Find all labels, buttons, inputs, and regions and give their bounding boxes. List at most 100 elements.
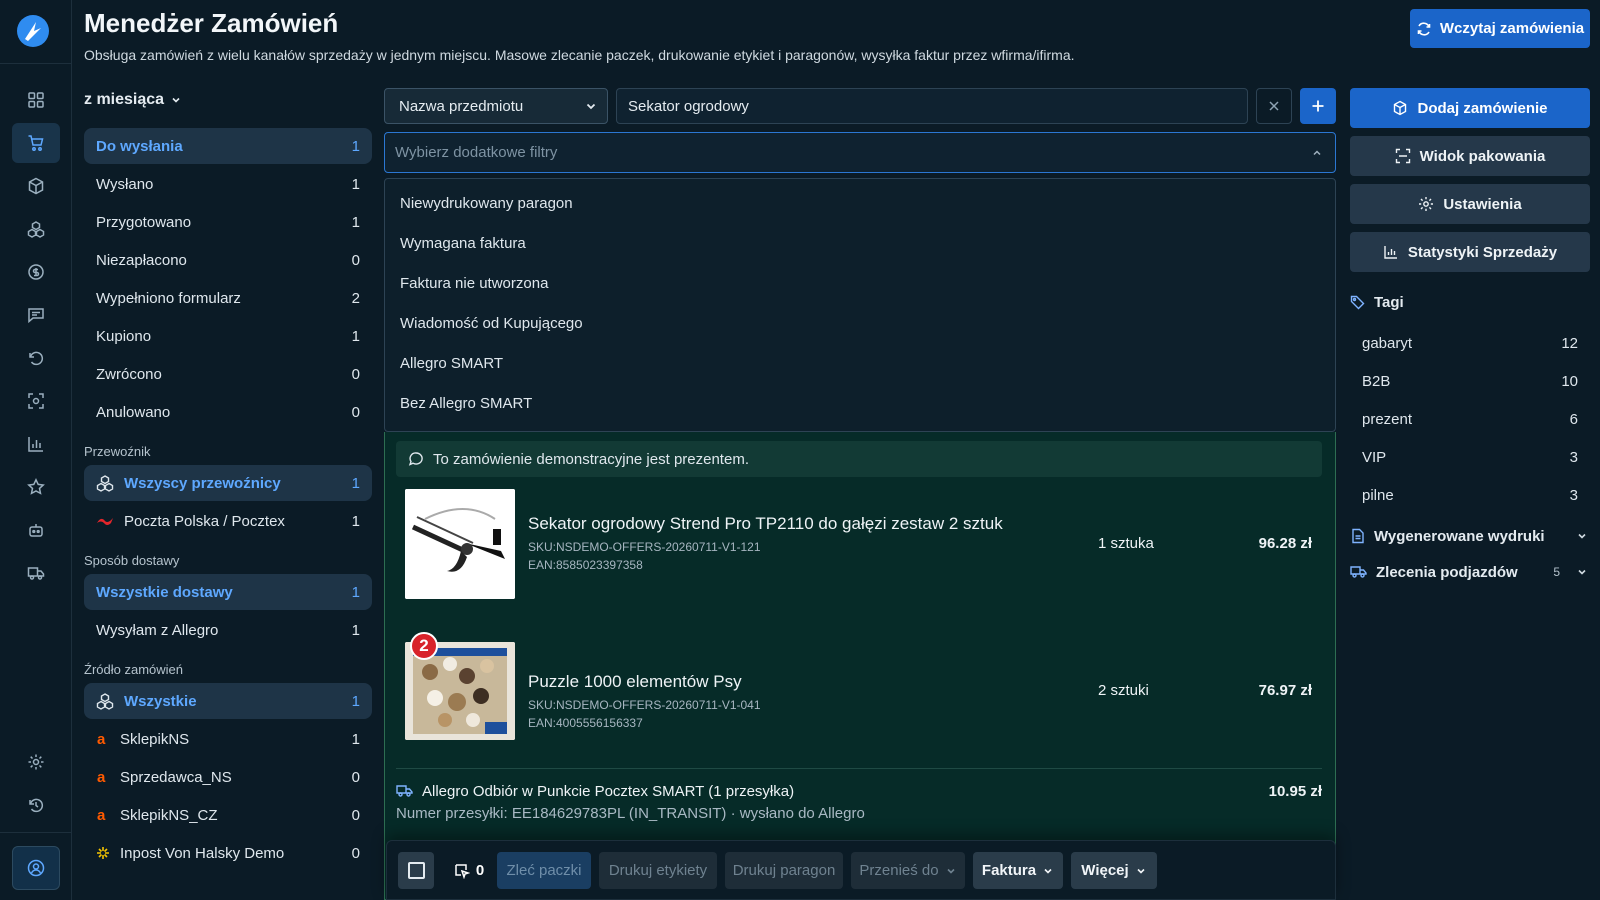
filter-field-select[interactable]: Nazwa przedmiotu	[384, 88, 608, 124]
filter-option[interactable]: Niewydrukowany paragon	[385, 183, 1335, 223]
status-count: 0	[351, 251, 360, 269]
filter-option[interactable]: Wymagana faktura	[385, 223, 1335, 263]
source-label: Sprzedawca_NS	[120, 768, 232, 786]
filter-option[interactable]: Allegro SMART	[385, 343, 1335, 383]
product-name[interactable]: Sekator ogrodowy Strend Pro TP2110 do ga…	[528, 514, 1003, 534]
status-item-anulowano[interactable]: Anulowano 0	[84, 394, 372, 430]
generated-printouts-accordion[interactable]: Wygenerowane wydruki	[1350, 518, 1590, 554]
shipping-method: Allegro Odbiór w Punkcie Pocztex SMART (…	[422, 782, 795, 800]
tag-icon	[1350, 295, 1365, 310]
message-icon[interactable]	[12, 295, 60, 335]
chevron-down-icon	[1044, 868, 1052, 874]
source-item-sprzedawca-ns[interactable]: a Sprzedawca_NS 0	[84, 759, 372, 795]
product-price: 96.28 zł	[1258, 535, 1312, 552]
product-image[interactable]	[405, 489, 515, 599]
filter-option[interactable]: Wiadomość od Kupującego	[385, 303, 1335, 343]
status-item-zwrocono[interactable]: Zwrócono 0	[84, 356, 372, 392]
source-item-sklepikns-cz[interactable]: a SklepikNS_CZ 0	[84, 797, 372, 833]
truck-icon	[1350, 566, 1367, 578]
status-label: Anulowano	[96, 403, 171, 421]
robot-icon[interactable]	[12, 510, 60, 550]
tag-count: 6	[1569, 410, 1578, 428]
truck-icon[interactable]	[12, 553, 60, 593]
tag-item[interactable]: VIP 3	[1350, 438, 1590, 476]
carrier-item-poczta-polska[interactable]: Poczta Polska / Pocztex 1	[84, 503, 372, 539]
allegro-logo-icon: a	[97, 732, 106, 746]
print-receipt-button[interactable]: Drukuj paragon	[725, 852, 843, 889]
status-count: 1	[351, 213, 360, 231]
select-all-checkbox[interactable]	[398, 852, 434, 889]
tag-item[interactable]: pilne 3	[1350, 476, 1590, 514]
scan-icon[interactable]	[12, 381, 60, 421]
tag-count: 12	[1561, 334, 1578, 352]
packing-view-button[interactable]: Widok pakowania	[1350, 136, 1590, 176]
chevron-down-icon	[1578, 533, 1586, 539]
extra-filters-select[interactable]: Wybierz dodatkowe filtry	[384, 132, 1336, 173]
tag-item[interactable]: prezent 6	[1350, 400, 1590, 438]
source-item-all[interactable]: Wszystkie 1	[84, 683, 372, 719]
history-icon[interactable]	[12, 785, 60, 825]
clear-filter-button[interactable]	[1256, 88, 1292, 124]
status-item-kupiono[interactable]: Kupiono 1	[84, 318, 372, 354]
cart-icon[interactable]	[12, 123, 60, 163]
delivery-item-allegro[interactable]: Wysyłam z Allegro 1	[84, 612, 372, 648]
boxes-icon	[96, 693, 114, 710]
order-filters-column: z miesiąca Do wysłania 1 Wysłano 1 Przygot…	[84, 86, 372, 873]
tag-label: prezent	[1362, 410, 1413, 428]
filter-option[interactable]: Faktura nie utworzona	[385, 263, 1335, 303]
tag-item[interactable]: B2B 10	[1350, 362, 1590, 400]
pickup-orders-accordion[interactable]: Zlecenia podjazdów 5	[1350, 554, 1590, 590]
status-item-wyslano[interactable]: Wysłano 1	[84, 166, 372, 202]
status-item-niezaplacono[interactable]: Niezapłacono 0	[84, 242, 372, 278]
package-icon[interactable]	[12, 166, 60, 206]
user-account-icon[interactable]	[12, 846, 60, 890]
carrier-label: Wszyscy przewoźnicy	[124, 474, 281, 492]
period-dropdown[interactable]: z miesiąca	[84, 86, 372, 114]
status-count: 2	[351, 289, 360, 307]
carrier-count: 1	[351, 474, 360, 492]
status-item-przygotowano[interactable]: Przygotowano 1	[84, 204, 372, 240]
boxes-icon	[96, 475, 114, 492]
status-item-do-wyslania[interactable]: Do wysłania 1	[84, 128, 372, 164]
load-orders-button[interactable]: Wczytaj zamówienia	[1410, 9, 1590, 48]
sales-stats-button[interactable]: Statystyki Sprzedaży	[1350, 232, 1590, 272]
icon-rail	[0, 0, 72, 900]
refresh-icon	[1417, 21, 1431, 36]
star-icon[interactable]	[12, 467, 60, 507]
carrier-item-all[interactable]: Wszyscy przewoźnicy 1	[84, 465, 372, 501]
source-item-inpost[interactable]: Inpost Von Halsky Demo 0	[84, 835, 372, 871]
poczta-polska-logo-icon	[97, 518, 113, 525]
return-icon[interactable]	[12, 338, 60, 378]
add-filter-button[interactable]	[1300, 88, 1336, 124]
chart-icon	[1384, 246, 1397, 259]
filter-option[interactable]: Bez Allegro SMART	[385, 383, 1335, 423]
boxes-icon[interactable]	[12, 209, 60, 249]
status-item-wypelniono-formularz[interactable]: Wypełniono formularz 2	[84, 280, 372, 316]
truck-icon	[396, 785, 413, 797]
pickup-orders-count: 5	[1553, 565, 1560, 579]
source-count: 0	[351, 768, 360, 786]
dollar-icon[interactable]	[12, 252, 60, 292]
gear-icon[interactable]	[12, 742, 60, 782]
add-order-button[interactable]: Dodaj zamówienie	[1350, 88, 1590, 128]
product-name[interactable]: Puzzle 1000 elementów Psy	[528, 672, 742, 692]
app-logo-icon[interactable]	[16, 14, 50, 48]
print-labels-button[interactable]: Drukuj etykiety	[599, 852, 717, 889]
chevron-down-icon	[1137, 868, 1145, 874]
move-to-dropdown[interactable]: Przenieś do	[851, 852, 965, 889]
tag-item[interactable]: gabaryt 12	[1350, 324, 1590, 362]
chart-icon[interactable]	[12, 424, 60, 464]
delivery-item-all[interactable]: Wszystkie dostawy 1	[84, 574, 372, 610]
carrier-count: 1	[351, 512, 360, 530]
invoice-dropdown[interactable]: Faktura	[973, 852, 1063, 889]
dashboard-icon[interactable]	[12, 80, 60, 120]
order-parcels-button[interactable]: Zleć paczki	[497, 852, 591, 889]
filter-value-input[interactable]: Sekator ogrodowy	[616, 88, 1248, 124]
more-dropdown[interactable]: Więcej	[1071, 852, 1157, 889]
quantity-badge: 2	[410, 632, 438, 660]
status-label: Przygotowano	[96, 213, 192, 231]
gear-icon	[1419, 197, 1434, 211]
settings-button[interactable]: Ustawienia	[1350, 184, 1590, 224]
settings-label: Ustawienia	[1443, 195, 1522, 213]
source-item-sklepikns[interactable]: a SklepikNS 1	[84, 721, 372, 757]
